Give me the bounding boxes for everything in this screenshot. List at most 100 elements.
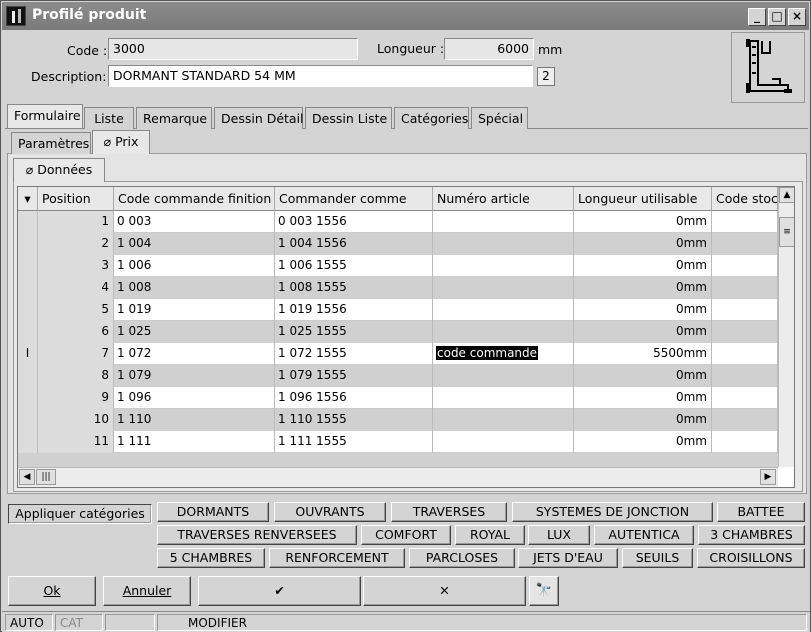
cell-code-stock[interactable] (712, 321, 778, 343)
cell-numero-article[interactable]: code commande (433, 343, 574, 365)
description-field[interactable]: DORMANT STANDARD 54 MM (108, 65, 533, 87)
category-renforcement-button[interactable]: RENFORCEMENT (269, 548, 405, 568)
cell-pos[interactable]: 2 (38, 233, 114, 255)
cell-article[interactable] (433, 431, 574, 453)
category-3-chambres-button[interactable]: 3 CHAMBRES (698, 525, 805, 545)
cell-longueur[interactable]: 0mm (574, 409, 712, 431)
confirm-check-button[interactable]: ✔ (198, 576, 361, 606)
cell-code[interactable]: 1 072 (114, 343, 275, 365)
cell-code[interactable]: 1 079 (114, 365, 275, 387)
cell-commander[interactable]: 1 096 1556 (275, 387, 433, 409)
cell-commander[interactable]: 1 019 1556 (275, 299, 433, 321)
cancel-cross-button[interactable]: ✕ (363, 576, 526, 606)
cell-code[interactable]: 1 025 (114, 321, 275, 343)
cell-pos[interactable]: 6 (38, 321, 114, 343)
table-row[interactable]: 10 1 110 1 110 1555 0mm (18, 409, 778, 431)
cell-code-stock[interactable] (712, 365, 778, 387)
column-header-commander-comme[interactable]: Commander comme (275, 187, 433, 211)
cell-code-stock[interactable] (712, 343, 778, 365)
cell-longueur[interactable]: 0mm (574, 365, 712, 387)
cell-commander[interactable]: 1 025 1555 (275, 321, 433, 343)
row-selector[interactable] (18, 277, 38, 299)
minimize-button[interactable]: _ (748, 8, 766, 26)
category-lux-button[interactable]: LUX (528, 525, 590, 545)
cell-longueur[interactable]: 0mm (574, 387, 712, 409)
cell-code-stock[interactable] (712, 299, 778, 321)
tab-formulaire[interactable]: Formulaire (7, 104, 83, 128)
close-button[interactable]: × (788, 8, 806, 26)
cell-commander[interactable]: 1 004 1556 (275, 233, 433, 255)
cell-commander[interactable]: 1 079 1555 (275, 365, 433, 387)
tab-parametres[interactable]: Paramètres (11, 132, 91, 154)
cancel-button[interactable]: Annuler (103, 576, 191, 606)
tab-dessin-detail[interactable]: Dessin Détail (214, 107, 304, 129)
cell-commander[interactable]: 0 003 1556 (275, 211, 433, 233)
category-parcloses-button[interactable]: PARCLOSES (409, 548, 515, 568)
cell-pos[interactable]: 9 (38, 387, 114, 409)
editing-text[interactable]: code commande (436, 346, 539, 360)
category-seuils-button[interactable]: SEUILS (622, 548, 693, 568)
row-selector[interactable] (18, 255, 38, 277)
table-row[interactable]: I71 072 1 072 1555 code commande 5500mm (18, 343, 778, 365)
table-row[interactable]: 21 004 1 004 1556 0mm (18, 233, 778, 255)
column-header-code-stock[interactable]: Code stoc (712, 187, 778, 211)
cell-pos[interactable]: 5 (38, 299, 114, 321)
table-row[interactable]: 61 025 1 025 1555 0mm (18, 321, 778, 343)
table-row[interactable]: 31 006 1 006 1555 0mm (18, 255, 778, 277)
cell-pos[interactable]: 11 (38, 431, 114, 453)
cell-code[interactable]: 0 003 (114, 211, 275, 233)
cell-commander[interactable]: 1 110 1555 (275, 409, 433, 431)
category-autentica-button[interactable]: AUTENTICA (594, 525, 694, 545)
cell-commander[interactable]: 1 072 1555 (275, 343, 433, 365)
cell-code-stock[interactable] (712, 277, 778, 299)
table-row[interactable]: 81 079 1 079 1555 0mm (18, 365, 778, 387)
code-field[interactable]: 3000 (108, 38, 358, 60)
cell-longueur[interactable]: 5500mm (574, 343, 712, 365)
cell-code[interactable]: 1 111 (114, 431, 275, 453)
maximize-button[interactable]: □ (768, 8, 786, 26)
row-selector[interactable] (18, 409, 38, 431)
tab-donnees[interactable]: ⌀ Données (13, 158, 105, 182)
table-row[interactable]: 10 003 0 003 1556 0mm (18, 211, 778, 233)
cell-pos[interactable]: 4 (38, 277, 114, 299)
category-jets-deau-button[interactable]: JETS D'EAU (518, 548, 618, 568)
cell-article[interactable] (433, 365, 574, 387)
cell-code[interactable]: 1 008 (114, 277, 275, 299)
cell-longueur[interactable]: 0mm (574, 277, 712, 299)
category-traverses-button[interactable]: TRAVERSES (391, 502, 507, 522)
cell-code-stock[interactable] (712, 255, 778, 277)
cell-code-stock[interactable] (712, 387, 778, 409)
column-header-longueur[interactable]: Longueur utilisable (574, 187, 712, 211)
tab-liste[interactable]: Liste (84, 107, 134, 129)
cell-code[interactable]: 1 006 (114, 255, 275, 277)
row-selector[interactable]: I (18, 343, 38, 365)
cell-longueur[interactable]: 0mm (574, 321, 712, 343)
apply-categories-button[interactable]: Appliquer catégories (8, 504, 152, 524)
category-battee-button[interactable]: BATTEE (717, 502, 805, 522)
category-croisillons-button[interactable]: CROISILLONS (697, 548, 805, 568)
search-binoculars-button[interactable]: 🔭 (529, 576, 559, 606)
tab-remarque[interactable]: Remarque (136, 107, 212, 129)
cell-article[interactable] (433, 299, 574, 321)
row-selector[interactable] (18, 387, 38, 409)
column-header-position[interactable]: Position (38, 187, 114, 211)
cell-code-stock[interactable] (712, 211, 778, 233)
cell-commander[interactable]: 1 006 1555 (275, 255, 433, 277)
table-menu-button[interactable]: ▾ (18, 187, 38, 211)
tab-prix[interactable]: ⌀ Prix (92, 130, 150, 154)
category-ouvrants-button[interactable]: OUVRANTS (274, 502, 386, 522)
horizontal-scroll-thumb[interactable]: ||| (36, 469, 56, 485)
scroll-right-icon[interactable]: ▶ (760, 469, 776, 485)
category-traverses-renversees-button[interactable]: TRAVERSES RENVERSEES (157, 525, 357, 545)
cell-article[interactable] (433, 255, 574, 277)
cell-code-stock[interactable] (712, 409, 778, 431)
cell-code-stock[interactable] (712, 233, 778, 255)
cell-code[interactable]: 1 019 (114, 299, 275, 321)
category-comfort-button[interactable]: COMFORT (361, 525, 451, 545)
length-field[interactable]: 6000 (444, 38, 534, 60)
cell-article[interactable] (433, 409, 574, 431)
column-header-code-commande[interactable]: Code commande finition (114, 187, 275, 211)
row-selector[interactable] (18, 211, 38, 233)
vertical-scroll-thumb[interactable]: ≡ (779, 217, 794, 247)
table-row[interactable]: 91 096 1 096 1556 0mm (18, 387, 778, 409)
